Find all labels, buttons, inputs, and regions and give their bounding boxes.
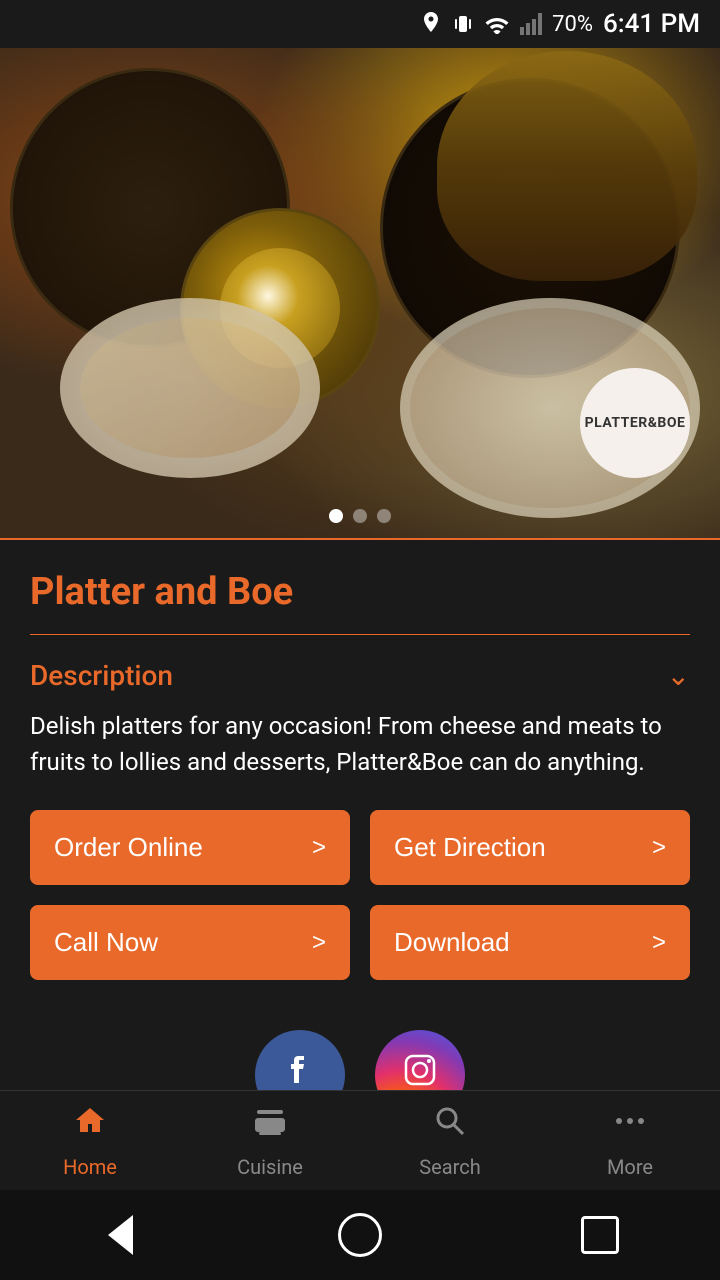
signal-icon [520, 13, 542, 35]
status-icons: 70% 6:41 PM [420, 9, 700, 39]
logo-text: PLATTER&BOE [585, 415, 686, 431]
android-recent-button[interactable] [570, 1205, 630, 1265]
status-bar: 70% 6:41 PM [0, 0, 720, 48]
home-nav-label: Home [63, 1155, 117, 1179]
description-header[interactable]: Description ⌄ [30, 659, 690, 692]
download-arrow-icon: > [652, 929, 666, 957]
restaurant-name: Platter and Boe [30, 570, 690, 614]
battery-indicator: 70% [552, 12, 593, 37]
search-icon [431, 1102, 469, 1149]
description-label: Description [30, 659, 173, 692]
description-text: Delish platters for any occasion! From c… [30, 708, 690, 780]
more-icon [611, 1102, 649, 1149]
food-plate-bottom [60, 298, 320, 478]
nav-home[interactable]: Home [0, 1102, 180, 1179]
dot-2 [353, 509, 367, 523]
cuisine-icon [251, 1102, 289, 1149]
android-home-icon [338, 1213, 382, 1257]
hero-image: PLATTER&BOE [0, 48, 720, 538]
search-nav-label: Search [419, 1155, 480, 1179]
get-direction-label: Get Direction [394, 832, 546, 863]
get-direction-button[interactable]: Get Direction > [370, 810, 690, 885]
order-online-arrow-icon: > [312, 834, 326, 862]
android-back-button[interactable] [90, 1205, 150, 1265]
download-button[interactable]: Download > [370, 905, 690, 980]
bottom-navigation: Home Cuisine Search More [0, 1090, 720, 1190]
download-label: Download [394, 927, 510, 958]
get-direction-arrow-icon: > [652, 834, 666, 862]
dot-1 [329, 509, 343, 523]
android-nav-bar [0, 1190, 720, 1280]
clock: 6:41 PM [603, 9, 700, 39]
android-recent-icon [581, 1216, 619, 1254]
call-now-label: Call Now [54, 927, 158, 958]
action-buttons-grid: Order Online > Get Direction > Call Now … [30, 810, 690, 980]
wifi-icon [484, 14, 510, 34]
logo-badge: PLATTER&BOE [580, 368, 690, 478]
more-nav-label: More [607, 1155, 653, 1179]
description-chevron-icon: ⌄ [667, 659, 690, 692]
call-now-button[interactable]: Call Now > [30, 905, 350, 980]
nav-search[interactable]: Search [360, 1102, 540, 1179]
name-divider [30, 634, 690, 635]
dot-3 [377, 509, 391, 523]
location-icon [420, 12, 442, 36]
order-online-label: Order Online [54, 832, 203, 863]
vibrate-icon [452, 12, 474, 36]
call-now-arrow-icon: > [312, 929, 326, 957]
carousel-dots [329, 509, 391, 523]
cuisine-nav-label: Cuisine [237, 1155, 303, 1179]
nav-more[interactable]: More [540, 1102, 720, 1179]
order-online-button[interactable]: Order Online > [30, 810, 350, 885]
home-icon [71, 1102, 109, 1149]
android-home-button[interactable] [330, 1205, 390, 1265]
back-icon [108, 1215, 133, 1255]
nav-cuisine[interactable]: Cuisine [180, 1102, 360, 1179]
